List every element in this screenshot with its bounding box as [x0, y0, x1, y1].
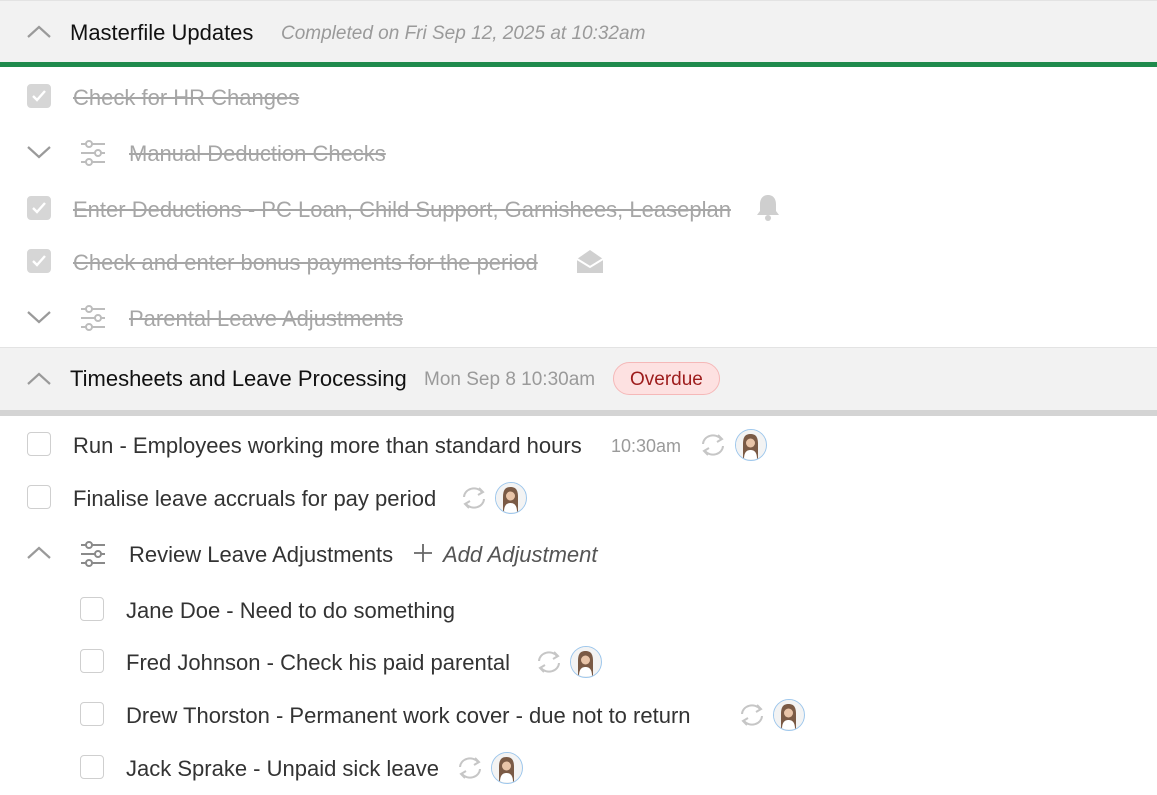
task-checkbox-checked[interactable] [27, 249, 51, 273]
task-group-label: Parental Leave Adjustments [129, 306, 403, 331]
section-progress-bar [0, 410, 1157, 416]
task-group-label: Review Leave Adjustments [129, 542, 394, 567]
task-checkbox[interactable] [27, 485, 51, 509]
section-completed-date: Completed on Fri Sep 12, 2025 at 10:32am [281, 23, 646, 44]
avatar[interactable] [495, 482, 527, 514]
task-time: 10:30am [611, 436, 682, 456]
task-group-row: Manual Deduction Checks [0, 136, 1157, 172]
open-envelope-icon[interactable] [575, 247, 605, 275]
recurring-icon[interactable] [737, 701, 767, 729]
task-checkbox[interactable] [80, 597, 104, 621]
task-row: Run - Employees working more than standa… [0, 428, 1157, 464]
avatar[interactable] [491, 752, 523, 784]
task-row: Finalise leave accruals for pay period [0, 481, 1157, 517]
bell-icon[interactable] [754, 192, 782, 222]
subtask-row: Fred Johnson - Check his paid parental [0, 645, 1157, 681]
task-row: Check for HR Changes [0, 80, 1157, 116]
avatar[interactable] [735, 429, 767, 461]
section-header-timesheets: Timesheets and Leave Processing Mon Sep … [0, 347, 1157, 410]
recurring-icon[interactable] [698, 431, 728, 459]
task-group-row: Review Leave Adjustments Add Adjustment [0, 537, 1157, 573]
avatar[interactable] [570, 646, 602, 678]
recurring-icon[interactable] [534, 648, 564, 676]
task-label: Finalise leave accruals for pay period [73, 486, 437, 511]
task-row: Enter Deductions - PC Loan, Child Suppor… [0, 192, 1157, 228]
recurring-icon[interactable] [455, 754, 485, 782]
task-checkbox-checked[interactable] [27, 196, 51, 220]
task-label: Enter Deductions - PC Loan, Child Suppor… [73, 197, 731, 222]
task-group-label: Manual Deduction Checks [129, 141, 386, 166]
recurring-icon[interactable] [459, 484, 489, 512]
section-due-date: Mon Sep 8 10:30am [424, 369, 596, 390]
chevron-up-icon[interactable] [25, 22, 53, 42]
task-checkbox[interactable] [80, 649, 104, 673]
task-checkbox-checked[interactable] [27, 84, 51, 108]
task-label: Check and enter bonus payments for the p… [73, 250, 538, 275]
task-checkbox[interactable] [80, 755, 104, 779]
chevron-up-icon[interactable] [25, 543, 53, 563]
task-row: Check and enter bonus payments for the p… [0, 245, 1157, 281]
plus-icon[interactable] [413, 543, 433, 563]
section-header-masterfile-updates: Masterfile Updates Completed on Fri Sep … [0, 0, 1157, 62]
task-label: Jack Sprake - Unpaid sick leave [126, 756, 440, 781]
task-label: Fred Johnson - Check his paid parental [126, 650, 510, 675]
chevron-up-icon[interactable] [25, 369, 53, 389]
task-label: Drew Thorston - Permanent work cover - d… [126, 703, 691, 728]
task-checkbox[interactable] [27, 432, 51, 456]
subtask-row: Drew Thorston - Permanent work cover - d… [0, 698, 1157, 734]
avatar[interactable] [773, 699, 805, 731]
task-label: Check for HR Changes [73, 85, 300, 110]
section-progress-bar [0, 62, 1157, 67]
chevron-down-icon[interactable] [25, 142, 53, 162]
task-label: Jane Doe - Need to do something [126, 598, 455, 623]
subtask-row: Jane Doe - Need to do something [0, 593, 1157, 629]
chevron-down-icon[interactable] [25, 307, 53, 327]
overdue-badge: Overdue [613, 362, 720, 395]
sliders-icon [81, 541, 105, 567]
sliders-icon [81, 305, 105, 331]
sliders-icon [81, 140, 105, 166]
section-title: Masterfile Updates [70, 20, 254, 45]
task-label: Run - Employees working more than standa… [73, 433, 582, 458]
subtask-row: Jack Sprake - Unpaid sick leave [0, 751, 1157, 787]
task-checkbox[interactable] [80, 702, 104, 726]
section-title: Timesheets and Leave Processing [70, 366, 407, 391]
task-group-row: Parental Leave Adjustments [0, 301, 1157, 337]
add-adjustment-link[interactable]: Add Adjustment [443, 542, 598, 568]
